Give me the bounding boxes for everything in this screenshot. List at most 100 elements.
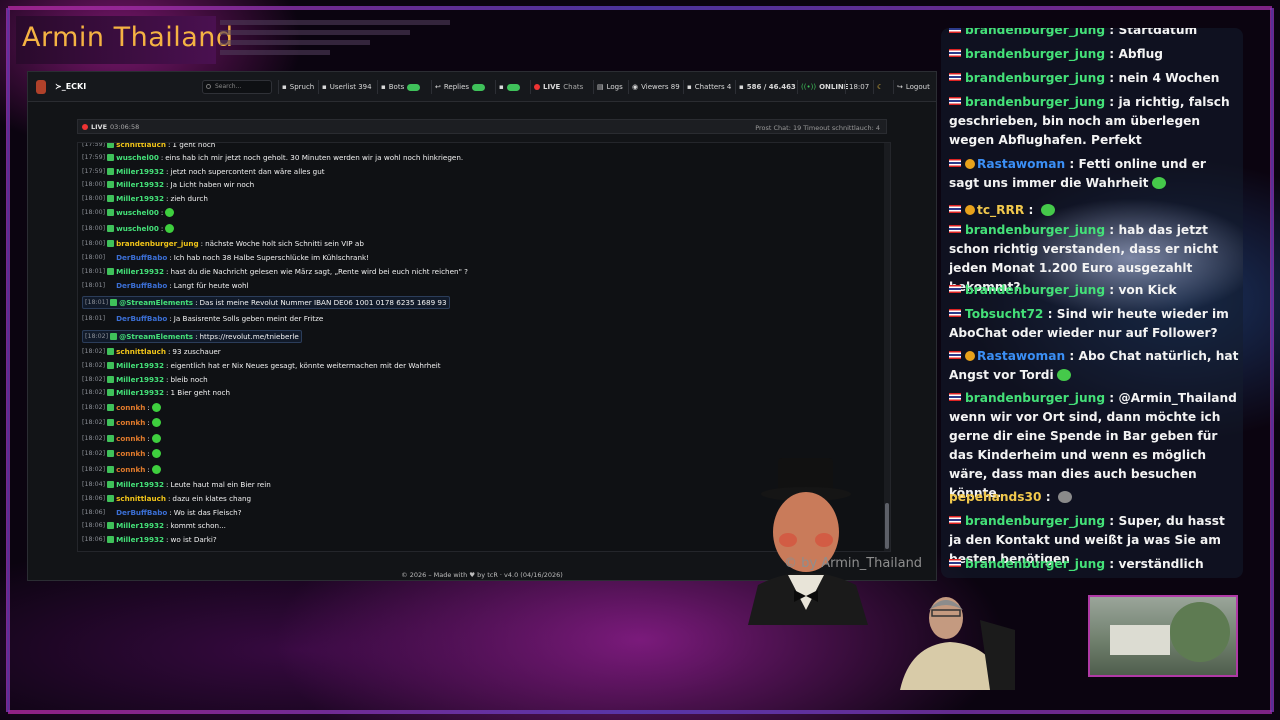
chat-username[interactable]: DerBuffBabo: [116, 508, 167, 517]
logs-button[interactable]: ▤ Logs: [593, 80, 626, 94]
chat-message: [18:06] DerBuffBabo: Wo ist das Fleisch?: [82, 508, 242, 517]
tts-toggle[interactable]: ▪: [495, 80, 523, 94]
chat-username[interactable]: connkh: [116, 434, 145, 443]
message-timestamp: [18:02]: [82, 404, 106, 411]
separator: :: [166, 535, 169, 544]
chat-message: [18:02] connkh:: [82, 418, 161, 427]
userlist-button[interactable]: ▪ Userlist 394: [318, 80, 375, 94]
chat-username[interactable]: Miller19932: [116, 388, 164, 397]
user-badge-icon: [107, 225, 115, 232]
chat-username[interactable]: Miller19932: [116, 167, 164, 176]
chat-username[interactable]: Miller19932: [116, 267, 164, 276]
chat-username[interactable]: connkh: [116, 418, 145, 427]
viewers-button[interactable]: ◉ Viewers 89: [628, 80, 683, 94]
thai-flag-icon: [949, 225, 961, 233]
emote-icon: [165, 224, 175, 233]
thai-flag-icon: [949, 49, 961, 57]
userlist-label: Userlist 394: [329, 83, 372, 91]
chat-username[interactable]: schnittlauch: [116, 143, 166, 149]
top-navbar: ≻_ECKI Search... ▪ Spruch ▪ Userlist 394 ▪…: [28, 72, 936, 102]
overlay-text: von Kick: [1118, 283, 1177, 297]
user-badge-icon: [107, 254, 114, 261]
chat-username[interactable]: Miller19932: [116, 361, 164, 370]
chat-username[interactable]: schnittlauch: [116, 347, 166, 356]
tts-switch[interactable]: [506, 83, 520, 91]
separator: :: [166, 388, 169, 397]
chat-username[interactable]: Miller19932: [116, 480, 164, 489]
chat-username[interactable]: wuschel00: [116, 153, 159, 162]
chat-username[interactable]: Miller19932: [116, 375, 164, 384]
separator: :: [167, 494, 171, 503]
chat-username[interactable]: Miller19932: [116, 535, 164, 544]
message-timestamp: [18:00]: [82, 195, 106, 202]
overlay-text: Startdatum: [1118, 28, 1198, 37]
chat-username[interactable]: connkh: [116, 403, 145, 412]
overlay-text: verständlich: [1118, 557, 1204, 571]
overlay-message: brandenburger_jung : Startdatum: [949, 28, 1239, 40]
message-timestamp: [18:06]: [82, 509, 106, 516]
chat-username[interactable]: schnittlauch: [116, 494, 166, 503]
message-timestamp: [18:02]: [82, 466, 106, 473]
chat-text: 93 zuschauer: [172, 347, 221, 356]
chat-username[interactable]: DerBuffBabo: [116, 253, 167, 262]
chat-username[interactable]: DerBuffBabo: [116, 281, 167, 290]
emote-icon: [151, 465, 161, 474]
chat-username[interactable]: Miller19932: [116, 180, 164, 189]
separator: :: [169, 314, 172, 323]
separator: :: [1105, 28, 1119, 37]
spruch-button[interactable]: ▪ Spruch: [278, 80, 317, 94]
chat-message: [18:01] @StreamElements: Das ist meine Rev…: [82, 296, 450, 309]
overlay-username: brandenburger_jung: [965, 223, 1106, 237]
message-timestamp: [18:06]: [82, 522, 106, 529]
message-timestamp: [18:02]: [82, 435, 106, 442]
chat-text: eigentlich hat er Nix Neues gesagt, könn…: [170, 361, 441, 370]
chat-username[interactable]: wuschel00: [116, 224, 159, 233]
bots-switch[interactable]: [407, 83, 421, 91]
logs-icon: ▤: [597, 83, 604, 91]
live-text: LIVE: [91, 123, 108, 131]
separator: :: [195, 298, 198, 307]
chat-text: bleib noch: [170, 375, 208, 384]
overlay-text: Abflug: [1118, 47, 1164, 61]
message-timestamp: [18:06]: [82, 495, 106, 502]
search-input[interactable]: Search...: [202, 80, 272, 94]
scrollbar-thumb[interactable]: [885, 503, 889, 549]
overlay-username: brandenburger_jung: [965, 557, 1106, 571]
user-badge-icon: [107, 168, 115, 175]
separator: :: [167, 142, 171, 149]
chatters-button[interactable]: ▪ Chatters 4: [683, 80, 734, 94]
wall-shape: [1110, 625, 1170, 655]
chat-username[interactable]: connkh: [116, 449, 145, 458]
live-indicator: LIVE 03:06:58: [82, 123, 139, 131]
user-badge-icon: [107, 389, 115, 396]
subscriber-badge-icon: [965, 205, 975, 215]
user-badge-icon: [107, 195, 115, 202]
bots-toggle[interactable]: ▪ Bots: [377, 80, 423, 94]
live-chats-button[interactable]: LIVE Chats: [530, 80, 586, 94]
chat-username[interactable]: DerBuffBabo: [116, 314, 167, 323]
overlay-username: pepehands30: [949, 490, 1042, 504]
chat-scrollbar[interactable]: [884, 143, 890, 551]
chat-username[interactable]: wuschel00: [116, 208, 159, 217]
thai-flag-icon: [949, 309, 961, 317]
chat-username[interactable]: Miller19932: [116, 194, 164, 203]
thai-flag-icon: [949, 159, 961, 167]
theme-toggle[interactable]: ☾: [873, 80, 886, 94]
separator: :: [169, 253, 172, 262]
chat-username[interactable]: @StreamElements: [119, 332, 193, 341]
message-timestamp: [18:02]: [82, 389, 106, 396]
uptime: 03:06:58: [110, 123, 140, 131]
replies-switch[interactable]: [472, 83, 486, 91]
site-name[interactable]: ≻_ECKI: [55, 82, 86, 91]
message-icon: ▪: [739, 83, 744, 91]
separator: :: [1065, 349, 1079, 363]
replies-toggle[interactable]: ↩ Replies: [431, 80, 488, 94]
search-placeholder: Search...: [215, 83, 242, 90]
site-logo-icon[interactable]: [36, 80, 46, 94]
chat-username[interactable]: Miller19932: [116, 521, 164, 530]
chat-message: [18:00] Miller19932: zieh durch: [82, 194, 208, 203]
chat-username[interactable]: connkh: [116, 465, 145, 474]
logout-button[interactable]: ↪ Logout: [893, 80, 933, 94]
chat-username[interactable]: @StreamElements: [119, 298, 193, 307]
chat-username[interactable]: brandenburger_jung: [116, 239, 199, 248]
